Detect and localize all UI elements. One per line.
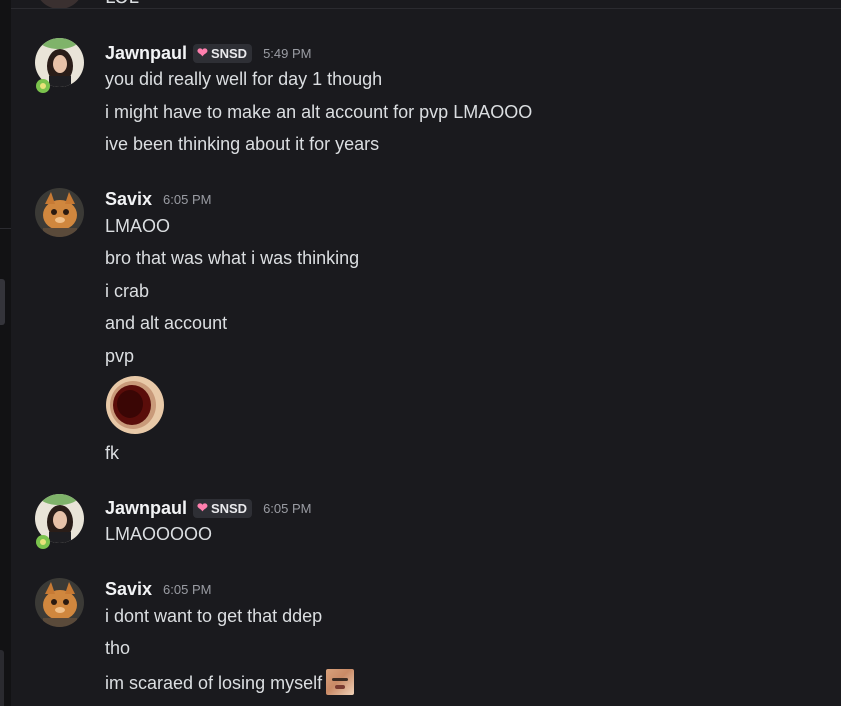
tag-label: SNSD xyxy=(210,500,248,516)
message-line: LMAOO xyxy=(105,216,171,236)
server-sidebar-edge xyxy=(0,0,11,706)
message-text: im scaraed of losing myself xyxy=(105,673,323,693)
server-tag[interactable]: ❤ SNSD xyxy=(193,498,253,518)
username[interactable]: Savix xyxy=(105,189,152,210)
message-line: and alt account xyxy=(105,313,228,333)
face-emoji[interactable] xyxy=(326,669,355,695)
message-header: Savix 6:05 PM xyxy=(105,187,211,211)
heart-icon: ❤ xyxy=(197,45,208,60)
message-line: i dont want to get that ddep xyxy=(105,606,323,626)
timestamp[interactable]: 6:05 PM xyxy=(163,192,211,207)
username[interactable]: Savix xyxy=(105,579,152,600)
scrollbar-handle[interactable] xyxy=(0,279,5,325)
message-header: Jawnpaul ❤ SNSD 5:49 PM xyxy=(105,41,311,65)
avatar[interactable] xyxy=(35,38,84,93)
message-line: bro that was what i was thinking xyxy=(105,248,360,268)
message-line: tho xyxy=(105,638,131,658)
message-line: LOL xyxy=(105,0,139,8)
message-line: i might have to make an alt account for … xyxy=(105,102,533,122)
divider xyxy=(0,228,11,229)
divider xyxy=(11,8,841,9)
server-tag[interactable]: ❤ SNSD xyxy=(193,43,253,63)
message-line: ive been thinking about it for years xyxy=(105,134,380,154)
timestamp[interactable]: 6:05 PM xyxy=(263,501,311,516)
chat-window: LOL Jawnpaul ❤ SNSD 5: xyxy=(0,0,841,706)
timestamp[interactable]: 5:49 PM xyxy=(263,46,311,61)
message-line: you did really well for day 1 though xyxy=(105,69,383,89)
tag-label: SNSD xyxy=(210,45,248,61)
timestamp[interactable]: 6:05 PM xyxy=(163,582,211,597)
username[interactable]: Jawnpaul xyxy=(105,43,187,64)
avatar[interactable] xyxy=(35,578,84,627)
message-line: LMAOOOOO xyxy=(105,524,213,544)
heart-icon: ❤ xyxy=(197,500,208,515)
message-header: Jawnpaul ❤ SNSD 6:05 PM xyxy=(105,496,311,520)
message-line: fk xyxy=(105,443,120,463)
message-header: Savix 6:05 PM xyxy=(105,577,211,601)
scrollbar-handle[interactable] xyxy=(0,650,4,706)
avatar[interactable] xyxy=(35,188,84,237)
username[interactable]: Jawnpaul xyxy=(105,498,187,519)
avatar[interactable] xyxy=(35,494,84,549)
message-line: im scaraed of losing myself xyxy=(105,669,355,695)
message-line: pvp xyxy=(105,346,135,366)
message-line: i crab xyxy=(105,281,150,301)
open-mouth-emoji[interactable] xyxy=(105,375,165,435)
